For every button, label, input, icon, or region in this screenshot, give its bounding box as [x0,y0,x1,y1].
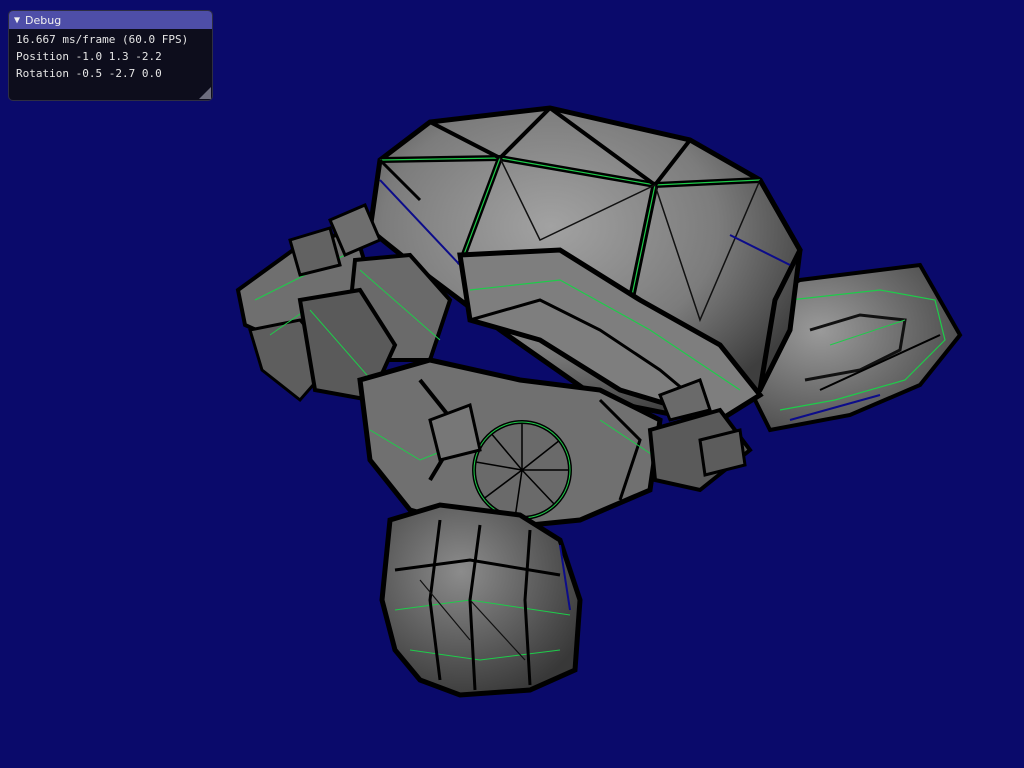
monkey-head-mesh [235,105,963,698]
debug-titlebar[interactable]: ▼ Debug [9,11,212,29]
collapse-arrow-icon[interactable]: ▼ [14,12,20,29]
scene-canvas [235,105,963,698]
3d-viewport[interactable] [0,0,1024,768]
camera-rotation-text: Rotation -0.5 -2.7 0.0 [16,67,162,80]
frame-time-text: 16.667 ms/frame (60.0 FPS) [16,33,189,46]
resize-grip-icon[interactable] [199,87,211,99]
camera-position-text: Position -1.0 1.3 -2.2 [16,50,162,63]
debug-window-title: Debug [25,13,62,27]
debug-window[interactable]: ▼ Debug 16.667 ms/frame (60.0 FPS) Posit… [8,10,213,101]
debug-body: 16.667 ms/frame (60.0 FPS) Position -1.0… [9,29,212,84]
jaw-mesh [379,502,583,698]
